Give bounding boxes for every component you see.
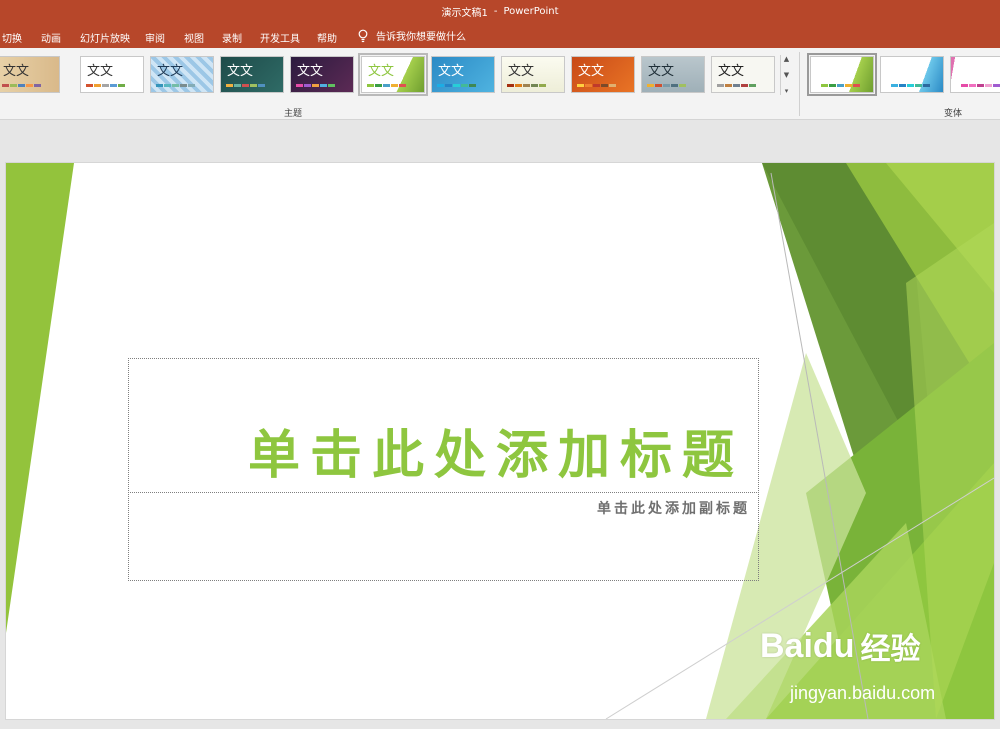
variant-thumbnail[interactable] <box>950 56 1000 93</box>
tab-view[interactable]: 视图 <box>184 30 204 45</box>
group-divider <box>799 52 800 116</box>
theme-sample-text: 文文 <box>718 64 745 79</box>
chevron-down-icon[interactable]: ▼ <box>784 71 789 79</box>
theme-thumbnail[interactable]: 文文 <box>501 56 565 93</box>
theme-thumbnail[interactable]: 文文 <box>80 56 144 93</box>
variant-thumbnail-selected[interactable] <box>807 53 877 96</box>
chevron-up-icon[interactable]: ▲ <box>784 55 789 63</box>
theme-thumbnail[interactable]: 文文 <box>0 56 60 93</box>
watermark-url: jingyan.baidu.com <box>790 683 936 703</box>
theme-sample-text: 文文 <box>508 64 535 79</box>
watermark-paw-text: du <box>812 626 855 665</box>
tell-me-text: 告诉我你想要做什么 <box>376 32 466 43</box>
tab-animations[interactable]: 动画 <box>41 30 61 45</box>
theme-thumbnail[interactable]: 文文 <box>150 56 214 93</box>
design-ribbon: 文文 文文 文文 文文 文文 文文 文文 文文 文文 文文 文文 ▲ ▼ ▾ 主… <box>0 48 1000 120</box>
tab-record[interactable]: 录制 <box>222 30 242 45</box>
theme-sample-text: 文文 <box>157 64 184 79</box>
app-name: PowerPoint <box>503 6 559 17</box>
tab-transitions[interactable]: 切换 <box>2 30 22 45</box>
slide-subtitle: 单击此处添加副标题 <box>597 501 750 517</box>
title-placeholder[interactable]: 单击此处添加标题 <box>128 358 759 493</box>
theme-sample-text: 文文 <box>438 64 465 79</box>
theme-sample-text: 文文 <box>227 64 254 79</box>
tab-review[interactable]: 审阅 <box>145 30 165 45</box>
watermark-cn: 经验 <box>860 632 921 667</box>
theme-thumbnail[interactable]: 文文 <box>220 56 284 93</box>
gallery-scroll[interactable]: ▲ ▼ ▾ <box>780 55 792 95</box>
variant-thumbnail[interactable] <box>880 56 944 93</box>
tab-developer[interactable]: 开发工具 <box>260 30 300 45</box>
tab-help[interactable]: 帮助 <box>317 30 337 45</box>
theme-sample-text: 文文 <box>368 64 395 79</box>
theme-thumbnail[interactable]: 文文 <box>431 56 495 93</box>
theme-thumbnail[interactable]: 文文 <box>711 56 775 93</box>
theme-sample-text: 文文 <box>297 64 324 79</box>
watermark-logo: Bai du 经验 <box>760 624 920 668</box>
variants-group-label: 变体 <box>944 109 963 119</box>
theme-thumbnail-selected[interactable]: 文文 <box>358 53 428 96</box>
theme-sample-text: 文文 <box>3 64 30 79</box>
title-bar: 演示文稿1 - PowerPoint <box>0 0 1000 23</box>
title-separator: - <box>493 6 498 17</box>
tell-me-box[interactable]: 告诉我你想要做什么 <box>358 28 466 43</box>
document-title: 演示文稿1 <box>441 8 488 19</box>
theme-sample-text: 文文 <box>578 64 605 79</box>
ribbon-tabs: 切换 动画 幻灯片放映 审阅 视图 录制 开发工具 帮助 告诉我你想要做什么 <box>0 23 1000 48</box>
slide-title: 单击此处添加标题 <box>247 426 744 486</box>
more-icon[interactable]: ▾ <box>785 87 789 95</box>
themes-group-label: 主题 <box>284 109 303 119</box>
theme-thumbnail[interactable]: 文文 <box>571 56 635 93</box>
theme-thumbnail[interactable]: 文文 <box>290 56 354 93</box>
subtitle-placeholder[interactable]: 单击此处添加副标题 <box>128 492 759 581</box>
lightbulb-icon <box>358 29 368 42</box>
tab-slideshow[interactable]: 幻灯片放映 <box>80 30 130 45</box>
theme-sample-text: 文文 <box>87 64 114 79</box>
watermark-brand: Bai <box>760 626 813 665</box>
theme-thumbnail[interactable]: 文文 <box>641 56 705 93</box>
theme-sample-text: 文文 <box>648 64 675 79</box>
